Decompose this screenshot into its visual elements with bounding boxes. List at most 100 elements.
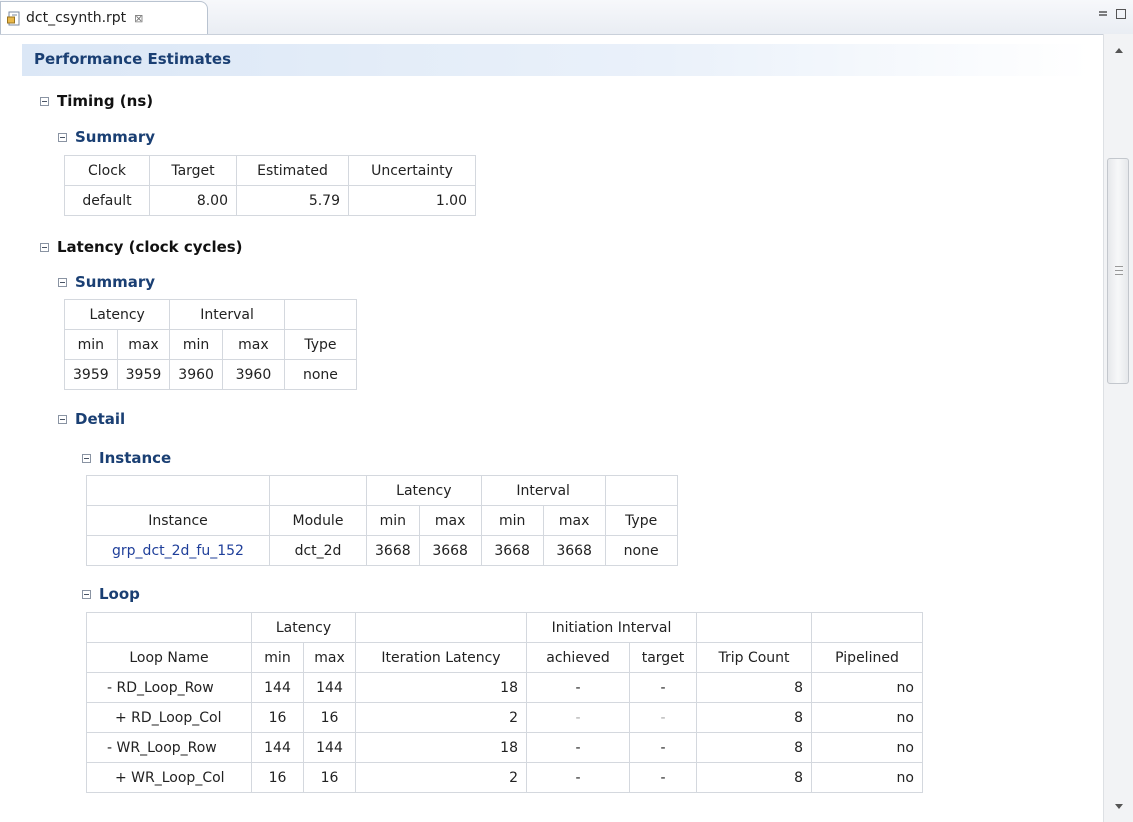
table-cell: 8: [696, 702, 812, 733]
tab-dct-csynth-rpt[interactable]: dct_csynth.rpt ⊠: [0, 1, 208, 34]
column-group-header: Latency: [251, 612, 356, 643]
scrollbar-thumb[interactable]: [1107, 158, 1129, 384]
latency-heading-label: Latency (clock cycles): [57, 238, 243, 256]
column-header: min: [251, 642, 304, 673]
table-cell: 3668: [418, 535, 482, 566]
column-header: max: [116, 329, 171, 360]
table-cell: -: [526, 702, 630, 733]
table-cell: 3959: [116, 359, 171, 390]
tab-title: dct_csynth.rpt: [26, 10, 127, 26]
latency-summary-label: Summary: [75, 273, 156, 291]
table-cell: none: [604, 535, 678, 566]
instance-link[interactable]: grp_dct_2d_fu_152: [86, 535, 270, 566]
table-cell: 16: [251, 762, 304, 793]
table-cell: 2: [355, 702, 527, 733]
loop-heading[interactable]: Loop: [82, 585, 140, 603]
table-cell: -: [629, 762, 697, 793]
column-group-header: [696, 612, 812, 643]
editor-tab-bar: dct_csynth.rpt ⊠: [0, 0, 1133, 35]
maximize-icon[interactable]: [1115, 8, 1127, 20]
column-group-header: Interval: [169, 299, 285, 330]
column-header: achieved: [526, 642, 630, 673]
scroll-up-arrow-icon[interactable]: [1115, 48, 1123, 53]
column-group-header: [283, 299, 357, 330]
report-view: Performance Estimates Timing (ns) Summar…: [0, 34, 1103, 822]
column-header: Pipelined: [811, 642, 923, 673]
table-row: + RD_Loop_Col 16 16 2 - - 8 no: [86, 702, 923, 733]
table-cell: 18: [355, 732, 527, 763]
instance-table: Latency Interval Instance Module min max…: [86, 475, 678, 566]
column-header: Instance: [86, 505, 270, 536]
table-row: 3959 3959 3960 3960 none: [64, 359, 357, 390]
column-header: Target: [149, 155, 237, 186]
grip-icon: [1115, 266, 1123, 275]
table-cell: none: [283, 359, 357, 390]
column-header: max: [303, 642, 356, 673]
table-group-header-row: Latency Initiation Interval: [86, 612, 923, 643]
table-cell: 144: [303, 732, 356, 763]
collapse-icon[interactable]: [40, 242, 49, 252]
column-header: Type: [604, 505, 678, 536]
table-row: grp_dct_2d_fu_152 dct_2d 3668 3668 3668 …: [86, 535, 678, 566]
column-header: min: [366, 505, 420, 536]
table-row: - RD_Loop_Row 144 144 18 - - 8 no: [86, 672, 923, 703]
column-header: max: [418, 505, 482, 536]
table-cell: - RD_Loop_Row: [86, 672, 252, 703]
table-cell: no: [811, 732, 923, 763]
latency-heading[interactable]: Latency (clock cycles): [40, 238, 243, 256]
collapse-icon[interactable]: [82, 453, 91, 463]
table-cell: 3960: [221, 359, 285, 390]
instance-heading-label: Instance: [99, 449, 172, 467]
detail-heading[interactable]: Detail: [58, 410, 125, 428]
loop-heading-label: Loop: [99, 585, 140, 603]
scroll-down-arrow-icon[interactable]: [1115, 804, 1123, 809]
table-cell: -: [629, 672, 697, 703]
close-icon[interactable]: ⊠: [134, 12, 143, 25]
column-header: min: [64, 329, 118, 360]
collapse-icon[interactable]: [58, 277, 67, 287]
table-cell: 16: [303, 762, 356, 793]
table-row: - WR_Loop_Row 144 144 18 - - 8 no: [86, 732, 923, 763]
table-cell: 5.79: [236, 185, 349, 216]
section-title: Performance Estimates: [34, 50, 232, 68]
table-cell: 1.00: [348, 185, 476, 216]
table-header-row: Clock Target Estimated Uncertainty: [64, 155, 476, 186]
loop-table: Latency Initiation Interval Loop Name mi…: [86, 612, 923, 793]
vertical-scrollbar[interactable]: [1103, 34, 1133, 822]
collapse-icon[interactable]: [58, 132, 67, 142]
table-cell: 144: [251, 672, 304, 703]
latency-summary-table: Latency Interval min max min max Type 39…: [63, 299, 357, 390]
table-cell: 144: [303, 672, 356, 703]
table-header-row: Loop Name min max Iteration Latency achi…: [86, 642, 923, 673]
minimize-icon[interactable]: [1097, 8, 1109, 20]
table-cell: 16: [303, 702, 356, 733]
column-group-header: [604, 475, 678, 506]
table-cell: 16: [251, 702, 304, 733]
instance-heading[interactable]: Instance: [82, 449, 171, 467]
column-group-header: Initiation Interval: [526, 612, 697, 643]
table-group-header-row: Latency Interval: [63, 299, 357, 330]
latency-summary-heading[interactable]: Summary: [58, 273, 155, 291]
column-group-header: Latency: [63, 299, 171, 330]
column-group-header: [86, 475, 270, 506]
table-cell: 3668: [480, 535, 544, 566]
column-group-header: Latency: [366, 475, 482, 506]
timing-summary-table: Clock Target Estimated Uncertainty defau…: [64, 155, 476, 216]
table-cell: 144: [251, 732, 304, 763]
collapse-icon[interactable]: [58, 414, 67, 424]
table-cell: -: [526, 762, 630, 793]
column-group-header: [269, 475, 367, 506]
collapse-icon[interactable]: [40, 96, 49, 106]
timing-heading[interactable]: Timing (ns): [40, 92, 153, 110]
column-header: min: [169, 329, 223, 360]
column-header: Type: [283, 329, 357, 360]
table-cell: 18: [355, 672, 527, 703]
table-cell: - WR_Loop_Row: [86, 732, 252, 763]
collapse-icon[interactable]: [82, 589, 91, 599]
table-cell: default: [64, 185, 150, 216]
table-cell: -: [629, 732, 697, 763]
timing-summary-heading[interactable]: Summary: [58, 128, 155, 146]
table-cell: dct_2d: [269, 535, 367, 566]
table-cell: 3668: [542, 535, 606, 566]
table-cell: + WR_Loop_Col: [86, 762, 252, 793]
